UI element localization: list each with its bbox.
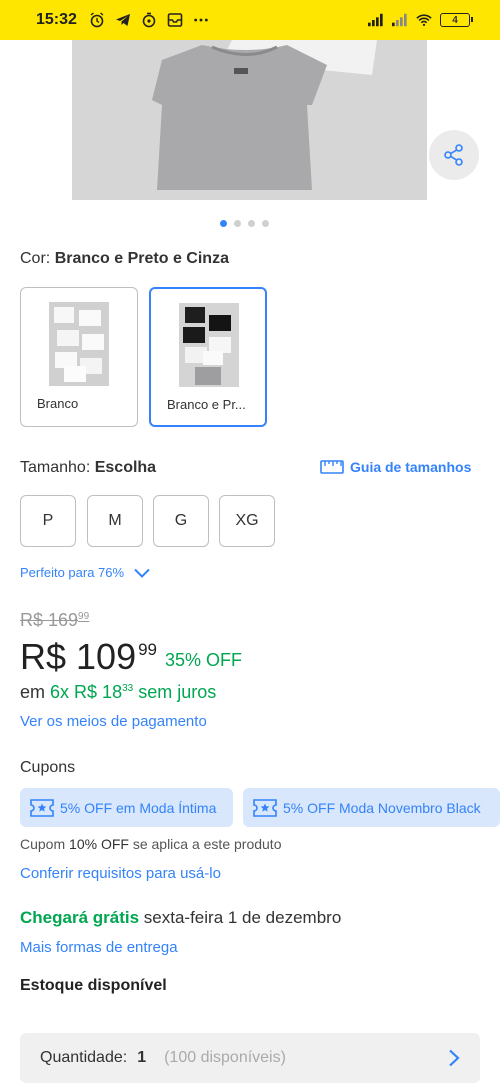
original-price: R$ 16999: [20, 610, 89, 631]
discount-badge: 35% OFF: [165, 650, 243, 670]
color-option-label: Branco: [37, 396, 79, 411]
telegram-icon: [115, 12, 131, 28]
stock-title: Estoque disponível: [20, 977, 167, 994]
gallery-dot[interactable]: [248, 220, 255, 227]
more-delivery-link[interactable]: Mais formas de entrega: [20, 939, 178, 956]
share-button[interactable]: [429, 130, 479, 180]
coupon-label: 5% OFF Moda Novembro Black: [283, 799, 481, 816]
ruler-icon: [320, 460, 344, 474]
coupon-label: 5% OFF em Moda Íntima: [60, 799, 217, 816]
coupon-note-bold: 10% OFF: [69, 836, 129, 852]
size-guide-link[interactable]: Guia de tamanhos: [320, 459, 471, 475]
color-row: Cor: Branco e Preto e Cinza: [20, 250, 229, 268]
signal-icon: [392, 12, 408, 28]
size-value: Escolha: [94, 459, 157, 476]
size-option-g[interactable]: G: [153, 495, 209, 547]
color-thumbnail: [49, 302, 109, 386]
coupon-novembro-black[interactable]: 5% OFF Moda Novembro Black: [243, 788, 500, 827]
installments: em 6x R$ 1833 sem juros: [20, 682, 216, 703]
share-icon: [444, 144, 463, 166]
current-price-cents: 99: [138, 640, 158, 659]
coupons-title: Cupons: [20, 759, 76, 776]
wifi-icon: [416, 12, 432, 28]
battery-icon: 4: [440, 13, 473, 27]
installments-value: 6x R$ 18: [50, 682, 123, 702]
fit-info[interactable]: Perfeito para 76%: [20, 565, 150, 580]
more-icon: [193, 12, 209, 28]
status-bar: 15:32 4: [0, 0, 500, 40]
payment-methods-link[interactable]: Ver os meios de pagamento: [20, 713, 207, 730]
original-price-value: R$ 169: [20, 610, 79, 630]
coupon-requirements-link[interactable]: Conferir requisitos para usá-lo: [20, 865, 221, 882]
fit-text: Perfeito para 76%: [20, 565, 125, 580]
gallery-pagination: [220, 220, 269, 227]
coupon-icon: [253, 798, 277, 817]
quantity-label: Quantidade:: [40, 1049, 128, 1066]
signal-icon: [368, 12, 384, 28]
available-count: (100 disponíveis): [164, 1049, 286, 1066]
coupon-note-prefix: Cupom: [20, 836, 66, 852]
timer-icon: [141, 12, 157, 28]
size-option-p[interactable]: P: [20, 495, 76, 547]
delivery-highlight: Chegará grátis: [20, 908, 140, 927]
color-value: Branco e Preto e Cinza: [54, 250, 229, 267]
gallery-dot[interactable]: [220, 220, 227, 227]
color-option-label: Branco e Pr...: [167, 397, 246, 412]
product-image[interactable]: [72, 40, 427, 200]
size-row: Tamanho: Escolha: [20, 459, 156, 477]
delivery-date: sexta-feira 1 de dezembro: [143, 908, 342, 927]
coupon-note: Cupom 10% OFF se aplica a este produto: [20, 836, 281, 852]
size-guide-label: Guia de tamanhos: [350, 459, 472, 475]
coupon-icon: [30, 798, 54, 817]
color-thumbnail: [179, 303, 239, 387]
coupon-note-suffix: se aplica a este produto: [132, 836, 282, 852]
delivery-info: Chegará grátis sexta-feira 1 de dezembro: [20, 908, 341, 928]
color-option-branco[interactable]: Branco: [20, 287, 138, 427]
installments-cents: 33: [122, 683, 134, 694]
status-time: 15:32: [36, 11, 77, 28]
original-price-cents: 99: [78, 611, 90, 622]
quantity-selector[interactable]: Quantidade: 1 (100 disponíveis): [20, 1033, 480, 1083]
size-option-m[interactable]: M: [87, 495, 143, 547]
size-label: Tamanho:: [20, 459, 91, 476]
size-option-xg[interactable]: XG: [219, 495, 275, 547]
gallery-dot[interactable]: [234, 220, 241, 227]
alarm-icon: [89, 12, 105, 28]
chevron-down-icon: [134, 568, 150, 578]
installments-suffix: sem juros: [138, 682, 217, 702]
color-option-branco-preto-cinza[interactable]: Branco e Pr...: [149, 287, 267, 427]
current-price-value: R$ 109: [20, 636, 137, 677]
quantity-value: 1: [137, 1049, 147, 1066]
color-label: Cor:: [20, 250, 51, 267]
chevron-right-icon: [449, 1049, 460, 1067]
coupon-moda-intima[interactable]: 5% OFF em Moda Íntima: [20, 788, 233, 827]
mail-icon: [167, 12, 183, 28]
gallery-dot[interactable]: [262, 220, 269, 227]
installments-prefix: em: [20, 682, 46, 702]
current-price: R$ 109 99 35% OFF: [20, 636, 242, 678]
